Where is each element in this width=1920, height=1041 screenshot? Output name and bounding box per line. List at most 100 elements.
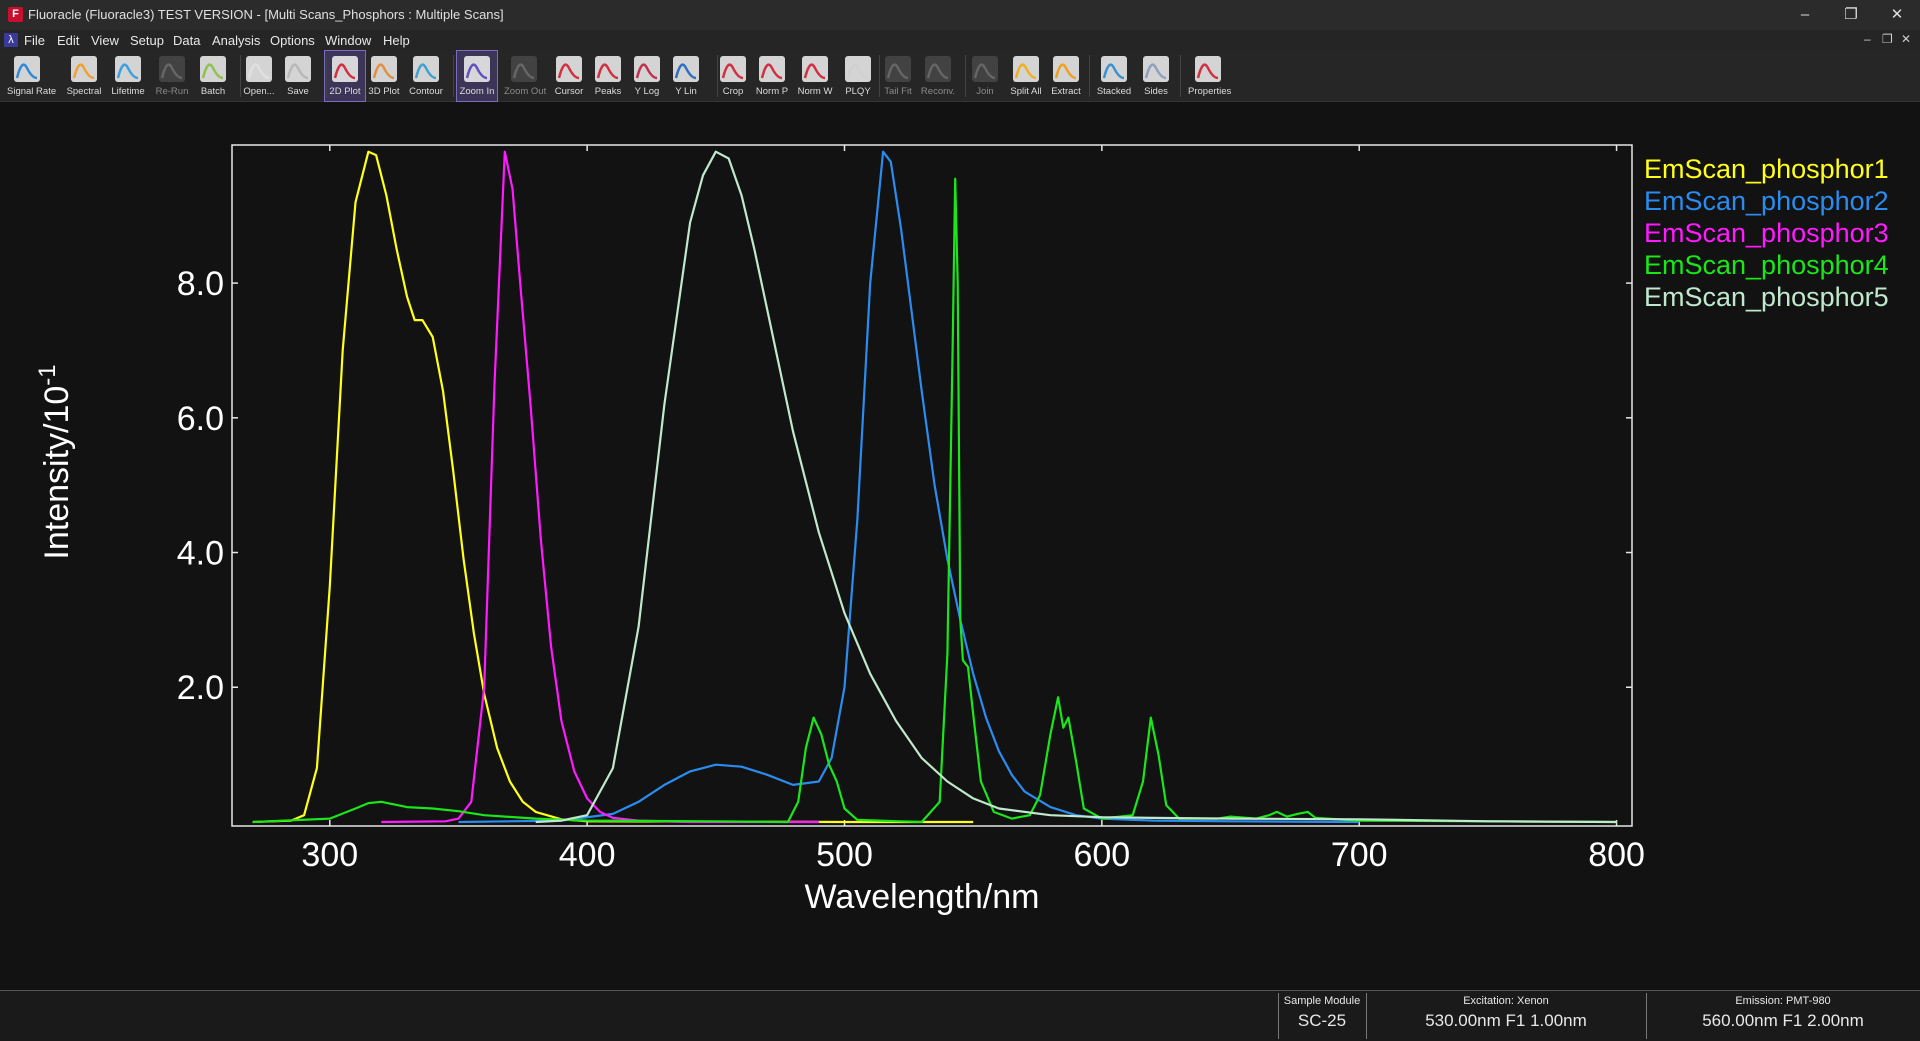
toolbar-button-zoom-out[interactable]: Zoom Out (504, 51, 547, 101)
y-tick-label: 2.0 (177, 669, 224, 707)
toolbar-label: Signal Rate (7, 86, 57, 97)
cursor-icon (554, 54, 584, 84)
toolbar-label: 2D Plot (329, 86, 361, 97)
legend-entry-4: EmScan_phosphor4 (1644, 250, 1889, 280)
toolbar-button-properties[interactable]: Properties (1188, 51, 1232, 101)
x-axis-label: Wavelength/nm (805, 878, 1040, 916)
toolbar-separator (879, 55, 880, 97)
emission-panel: Emission: PMT-980 560.00nm F1 2.00nm (1646, 993, 1919, 1039)
toolbar-button-join[interactable]: Join (965, 51, 1005, 101)
toolbar-label: Lifetime (111, 86, 145, 97)
toolbar-label: Properties (1188, 86, 1232, 97)
plqy-icon (843, 54, 873, 84)
document-menu-icon[interactable]: λ (4, 33, 18, 47)
mdi-close-button[interactable]: ✕ (1901, 32, 1911, 46)
x-tick-label: 500 (816, 836, 873, 874)
extract-icon (1051, 54, 1081, 84)
minimize-button[interactable]: – (1782, 0, 1828, 30)
toolbar-button-lifetime[interactable]: Lifetime (108, 51, 148, 101)
toolbar-button-cursor[interactable]: Cursor (549, 51, 589, 101)
signal-rate-icon (12, 54, 42, 84)
legend-entry-5: EmScan_phosphor5 (1644, 282, 1889, 312)
mdi-minimize-button[interactable]: – (1864, 32, 1871, 46)
toolbar-label: Peaks (594, 86, 622, 97)
x-tick-label: 400 (559, 836, 616, 874)
legend-entry-1: EmScan_phosphor1 (1644, 154, 1889, 184)
toolbar-button-sides[interactable]: Sides (1136, 51, 1176, 101)
toolbar-button-crop[interactable]: Crop (713, 51, 753, 101)
menu-help[interactable]: Help (383, 33, 410, 48)
toolbar-label: Zoom Out (504, 86, 547, 97)
restore-button[interactable]: ❐ (1828, 0, 1874, 30)
toolbar-label: Open... (243, 86, 275, 97)
zoom-in-icon (462, 54, 492, 84)
toolbar-button-zoom-in[interactable]: Zoom In (456, 50, 498, 102)
toolbar-button-batch[interactable]: Batch (193, 51, 233, 101)
toolbar-separator (1089, 55, 1090, 97)
toolbar-button-reconv[interactable]: Reconv. (918, 51, 958, 101)
menu-analysis[interactable]: Analysis (212, 33, 260, 48)
toolbar-label: Sides (1144, 86, 1168, 97)
toolbar-label: Spectral (66, 86, 102, 97)
toolbar-button-plot-2d[interactable]: 2D Plot (324, 50, 366, 102)
toolbar-button-plqy[interactable]: PLQY (838, 51, 878, 101)
crop-icon (718, 54, 748, 84)
toolbar-label: Batch (200, 86, 226, 97)
close-button[interactable]: ✕ (1874, 0, 1920, 30)
series-line-2 (458, 150, 1360, 824)
emission-value: 560.00nm F1 2.00nm (1702, 1011, 1864, 1030)
y-tick-label: 8.0 (177, 265, 224, 303)
toolbar-button-open[interactable]: Open... (239, 51, 279, 101)
norm-w-icon (800, 54, 830, 84)
status-bar: Sample Module SC-25 Excitation: Xenon 53… (0, 990, 1920, 1041)
toolbar-button-tail-fit[interactable]: Tail Fit (878, 51, 918, 101)
toolbar-label: Tail Fit (884, 86, 912, 97)
toolbar-button-stacked[interactable]: Stacked (1094, 51, 1134, 101)
menu-window[interactable]: Window (325, 33, 371, 48)
save-icon (283, 54, 313, 84)
plot-2d-icon (330, 54, 360, 84)
y-lin-icon (671, 54, 701, 84)
toolbar-button-spectral[interactable]: Spectral (64, 51, 104, 101)
toolbar-button-extract[interactable]: Extract (1046, 51, 1086, 101)
toolbar-label: Extract (1051, 86, 1081, 97)
toolbar-label: Norm W (797, 86, 833, 97)
menu-setup[interactable]: Setup (130, 33, 164, 48)
toolbar-label: PLQY (845, 86, 871, 97)
open-icon (244, 54, 274, 84)
menu-data[interactable]: Data (173, 33, 200, 48)
reconv-icon (923, 54, 953, 84)
x-tick-label: 300 (301, 836, 358, 874)
toolbar-button-contour[interactable]: Contour (406, 51, 446, 101)
sides-icon (1141, 54, 1171, 84)
series-line-3 (381, 150, 819, 824)
menu-options[interactable]: Options (270, 33, 315, 48)
zoom-out-icon (509, 54, 539, 84)
y-axis-label-exponent: -1 (34, 364, 61, 385)
y-tick-label: 6.0 (177, 400, 224, 438)
toolbar-button-norm-w[interactable]: Norm W (795, 51, 835, 101)
excitation-label: Excitation: Xenon (1463, 995, 1549, 1007)
spectrum-chart[interactable]: 300 400 500 600 700 800 2.0 4.0 6.0 8.0 Wavelength… (0, 102, 1920, 970)
sample-module-value: SC-25 (1297, 1011, 1347, 1030)
y-log-icon (632, 54, 662, 84)
toolbar-button-y-log[interactable]: Y Log (627, 51, 667, 101)
toolbar-label: Zoom In (459, 86, 495, 97)
toolbar-button-rerun[interactable]: Re-Run (152, 51, 192, 101)
toolbar-button-plot-3d[interactable]: 3D Plot (364, 51, 404, 101)
toolbar-button-peaks[interactable]: Peaks (588, 51, 628, 101)
toolbar-label: Re-Run (155, 86, 189, 97)
menu-file[interactable]: File (24, 33, 45, 48)
norm-p-icon (757, 54, 787, 84)
toolbar-button-split-all[interactable]: Split All (1006, 51, 1046, 101)
series-line-1 (252, 150, 974, 824)
toolbar-button-y-lin[interactable]: Y Lin (666, 51, 706, 101)
legend-entry-3: EmScan_phosphor3 (1644, 218, 1889, 248)
toolbar-button-save[interactable]: Save (278, 51, 318, 101)
toolbar-button-norm-p[interactable]: Norm P (752, 51, 792, 101)
mdi-restore-button[interactable]: ❐ (1882, 32, 1893, 46)
menu-view[interactable]: View (91, 33, 119, 48)
toolbar-button-signal-rate[interactable]: Signal Rate (7, 51, 57, 101)
properties-icon (1193, 54, 1223, 84)
menu-edit[interactable]: Edit (57, 33, 79, 48)
